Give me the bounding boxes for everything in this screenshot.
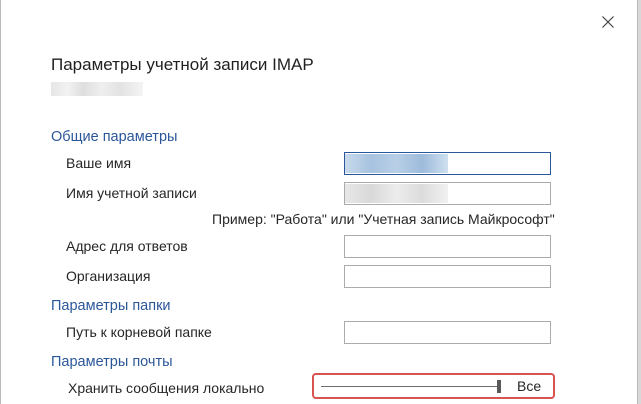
keep-mail-offline-slider-highlight: Все	[312, 373, 555, 399]
section-general-title: Общие параметры	[51, 129, 178, 145]
close-button[interactable]	[591, 8, 625, 36]
keep-mail-offline-value: Все	[517, 378, 542, 394]
reply-address-input[interactable]	[344, 235, 551, 258]
organization-label: Организация	[66, 268, 151, 284]
imap-account-settings-dialog: Параметры учетной записи IMAP Общие пара…	[0, 0, 638, 404]
organization-input[interactable]	[344, 265, 551, 288]
keep-mail-offline-slider-thumb[interactable]	[497, 380, 501, 393]
account-name-value-redacted	[345, 184, 448, 203]
section-mail-title: Параметры почты	[51, 354, 173, 370]
reply-address-label: Адрес для ответов	[66, 238, 188, 254]
your-name-value-redacted	[345, 154, 448, 173]
root-folder-input[interactable]	[344, 321, 551, 344]
account-name-hint: Пример: "Работа" или "Учетная запись Май…	[212, 211, 555, 227]
dialog-title: Параметры учетной записи IMAP	[51, 55, 314, 74]
account-email-redacted	[51, 82, 143, 96]
root-folder-label: Путь к корневой папке	[66, 324, 212, 340]
keep-mail-offline-slider-track[interactable]	[321, 386, 501, 387]
your-name-input[interactable]	[344, 152, 551, 175]
close-icon	[602, 16, 614, 28]
section-folder-title: Параметры папки	[51, 298, 171, 314]
your-name-label: Ваше имя	[66, 155, 132, 171]
account-name-input[interactable]	[344, 182, 551, 205]
account-name-label: Имя учетной записи	[66, 185, 197, 201]
keep-mail-offline-label: Хранить сообщения локально	[68, 380, 265, 396]
